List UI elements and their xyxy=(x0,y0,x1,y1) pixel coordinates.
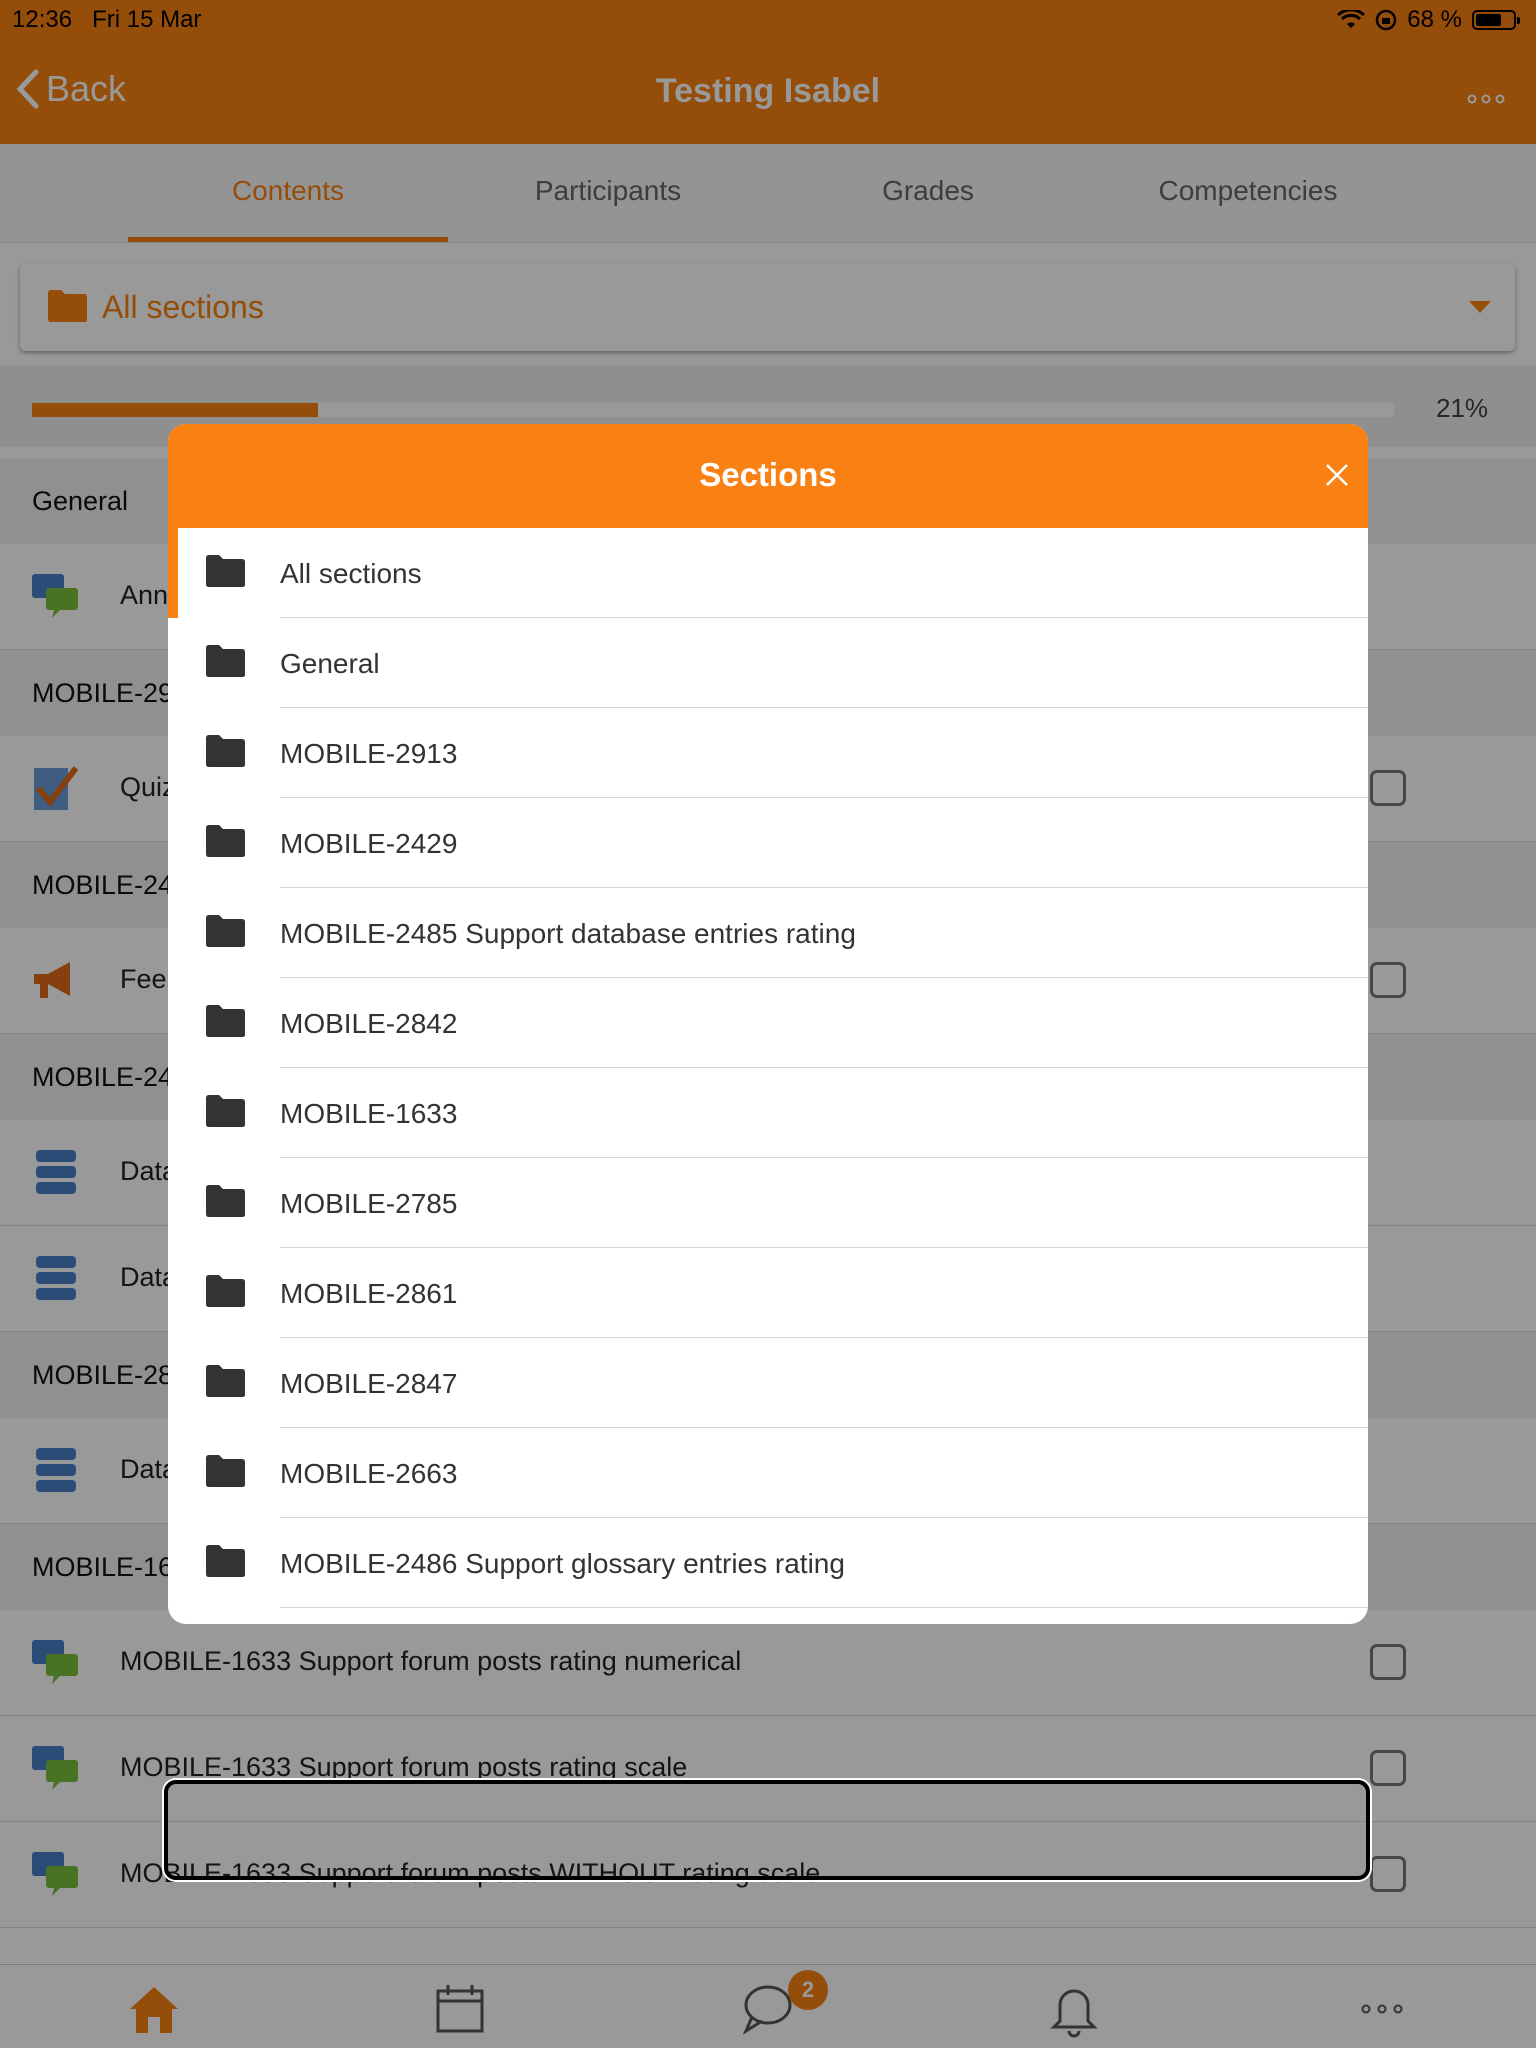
section-option-label: MOBILE-2861 xyxy=(280,1278,458,1309)
section-option-label: General xyxy=(280,648,380,679)
folder-icon xyxy=(206,555,245,587)
folder-icon xyxy=(206,735,245,767)
section-option-label: MOBILE-2842 xyxy=(280,1008,458,1039)
section-option[interactable]: All sections xyxy=(168,528,1368,618)
section-option[interactable]: MOBILE-2842 xyxy=(168,978,1368,1068)
folder-icon xyxy=(206,1185,245,1217)
sections-modal: Sections All sections General MOBILE-2913 M… xyxy=(168,424,1368,1624)
section-option-label: MOBILE-2486 Support glossary entries rat… xyxy=(280,1548,845,1579)
sections-list: All sections General MOBILE-2913 MOBILE-242… xyxy=(168,528,1368,1608)
section-option-label: MOBILE-1633 xyxy=(280,1098,458,1129)
section-option-label: MOBILE-2785 xyxy=(280,1188,458,1219)
section-option-label: MOBILE-2847 xyxy=(280,1368,458,1399)
folder-icon xyxy=(206,1095,245,1127)
folder-icon xyxy=(206,915,245,947)
modal-title: Sections xyxy=(699,456,837,493)
section-option-label: All sections xyxy=(280,558,422,589)
section-option[interactable]: MOBILE-2847 xyxy=(168,1338,1368,1428)
section-option-label: MOBILE-2485 Support database entries rat… xyxy=(280,918,856,949)
folder-icon xyxy=(206,1005,245,1037)
folder-icon xyxy=(206,1365,245,1397)
section-option-label: MOBILE-2663 xyxy=(280,1458,458,1489)
section-option[interactable]: MOBILE-2485 Support database entries rat… xyxy=(168,888,1368,978)
folder-icon xyxy=(206,1275,245,1307)
divider xyxy=(280,1607,1368,1608)
modal-header: Sections xyxy=(168,424,1368,528)
section-option-label: MOBILE-2913 xyxy=(280,738,458,769)
folder-icon xyxy=(206,645,245,677)
section-option[interactable]: MOBILE-2785 xyxy=(168,1158,1368,1248)
folder-icon xyxy=(206,825,245,857)
close-icon[interactable] xyxy=(1320,458,1354,492)
section-option[interactable]: MOBILE-2429 xyxy=(168,798,1368,888)
section-option[interactable]: MOBILE-2861 xyxy=(168,1248,1368,1338)
section-option[interactable]: General xyxy=(168,618,1368,708)
focus-highlight xyxy=(164,1780,1370,1880)
folder-icon xyxy=(206,1455,245,1487)
section-option[interactable]: MOBILE-2486 Support glossary entries rat… xyxy=(168,1518,1368,1608)
section-option[interactable]: MOBILE-1633 xyxy=(168,1068,1368,1158)
section-option[interactable]: MOBILE-2913 xyxy=(168,708,1368,798)
section-option[interactable]: MOBILE-2663 xyxy=(168,1428,1368,1518)
section-option-label: MOBILE-2429 xyxy=(280,828,458,859)
folder-icon xyxy=(206,1545,245,1577)
